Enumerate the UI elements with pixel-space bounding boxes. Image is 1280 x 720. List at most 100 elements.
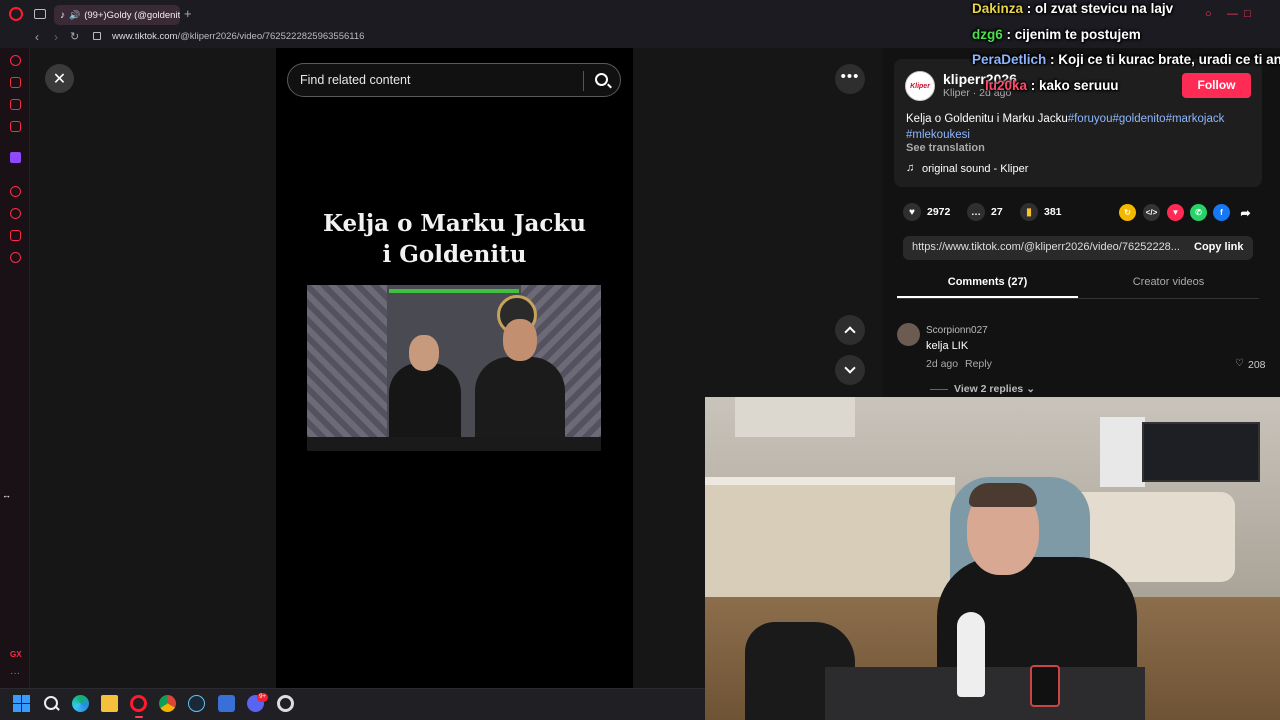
related-search-input[interactable]: Find related content	[287, 63, 621, 97]
maximize-icon[interactable]: □	[1244, 8, 1251, 20]
send-to-friends-icon[interactable]: ▼	[1167, 204, 1184, 221]
audio-playing-icon[interactable]: 🔊	[69, 10, 80, 21]
sidebar-store-icon[interactable]	[10, 77, 21, 88]
chrome-icon[interactable]	[159, 695, 176, 712]
chat-text: : ol zvat stevicu na lajv	[1023, 1, 1174, 16]
follow-button[interactable]: Follow	[1182, 73, 1251, 98]
like-action[interactable]: ♥ 2972	[903, 202, 950, 222]
browser-tab-active[interactable]: ♪ 🔊 (99+)Goldy (@goldenit	[54, 5, 180, 25]
chat-message: Dakinza : ol zvat stevicu na lajv	[972, 1, 1173, 16]
commenter-username[interactable]: Scorpionn027	[926, 325, 988, 336]
sidebar-settings-icon[interactable]	[10, 252, 21, 263]
search-tabs-icon[interactable]: ○	[1205, 8, 1212, 20]
chevron-down-icon	[844, 362, 856, 374]
sidebar-extensions-icon[interactable]	[10, 230, 21, 241]
opera-logo-icon[interactable]	[9, 7, 23, 21]
stream-hud	[307, 437, 601, 451]
repost-icon[interactable]: ↻	[1119, 204, 1136, 221]
share-link-box: https://www.tiktok.com/@kliperr2026/vide…	[903, 236, 1253, 260]
hashtag-link[interactable]: #markojack	[1166, 113, 1225, 125]
kitchen-cabinets	[705, 485, 955, 605]
desk-lamp	[957, 612, 985, 697]
whiteboard	[1100, 417, 1145, 487]
url-field[interactable]: www.tiktok.com/@kliperr2026/video/762522…	[112, 31, 364, 42]
reply-button[interactable]: Reply	[965, 358, 992, 370]
heart-icon[interactable]: ♥	[903, 203, 921, 221]
chat-message: PeraDetlich : Koji ce ti kurac brate, ur…	[972, 52, 1280, 67]
like-count: 2972	[927, 206, 951, 218]
sidebar-more-icon[interactable]: ···	[10, 668, 20, 679]
hashtag-link[interactable]: #mlekoukesi	[906, 129, 970, 141]
hashtag-link[interactable]: #goldenito	[1112, 113, 1165, 125]
share-more-icon[interactable]: ➦	[1237, 204, 1254, 221]
lock-icon[interactable]	[93, 32, 101, 40]
see-translation-link[interactable]: See translation	[906, 142, 985, 154]
whatsapp-icon[interactable]: ✆	[1190, 204, 1207, 221]
chat-text: : kako seruuu	[1027, 78, 1119, 93]
steam-icon[interactable]	[188, 695, 205, 712]
file-explorer-icon[interactable]	[101, 695, 118, 712]
video-backdrop-left	[30, 48, 276, 688]
windows-start-icon[interactable]	[13, 695, 30, 712]
facebook-icon[interactable]: f	[1213, 204, 1230, 221]
tv	[1142, 422, 1260, 482]
embed-icon[interactable]: </>	[1143, 204, 1160, 221]
chat-message: lu20ka : kako seruuu	[985, 78, 1119, 93]
desk	[825, 667, 1145, 720]
comment-text: kelja LIK	[926, 340, 969, 352]
search-divider	[583, 71, 584, 91]
search-icon[interactable]	[595, 73, 608, 86]
tab-islands-icon[interactable]	[34, 9, 46, 19]
active-app-indicator	[135, 716, 143, 718]
next-video-button[interactable]	[835, 355, 865, 385]
desktop-app-icon[interactable]	[218, 695, 235, 712]
person-right-head	[503, 319, 537, 361]
commenter-avatar[interactable]	[897, 323, 920, 346]
new-tab-button[interactable]: +	[184, 6, 192, 21]
sidebar-twitch-icon[interactable]	[10, 152, 21, 163]
chat-text: : Koji ce ti kurac brate, uradi ce ti an	[1046, 52, 1280, 67]
sidebar-gx-label[interactable]: GX	[10, 650, 22, 659]
tab-divider	[897, 298, 1259, 299]
tab-creator-videos[interactable]: Creator videos	[1078, 276, 1259, 288]
sidebar-history-icon[interactable]	[10, 208, 21, 219]
hashtag-link[interactable]: #foruyou	[1068, 113, 1113, 125]
back-icon[interactable]: ‹	[35, 30, 39, 44]
sidebar-ai-icon[interactable]	[10, 55, 21, 66]
video-title: Kelja o Marku Jacku i Goldenitu	[322, 210, 587, 268]
chat-nick: PeraDetlich	[972, 52, 1047, 67]
comment-like-count: 208	[1248, 359, 1266, 371]
copy-link-button[interactable]: Copy link	[1194, 241, 1244, 253]
previous-video-button[interactable]	[835, 315, 865, 345]
more-options-button[interactable]: •••	[835, 64, 865, 94]
chat-nick: dzg6	[972, 27, 1003, 42]
close-icon: ✕	[52, 70, 67, 88]
chevron-down-icon: ⌄	[1026, 383, 1035, 395]
save-action[interactable]: ▮ 381	[1020, 202, 1062, 222]
sidebar-news-icon[interactable]	[10, 121, 21, 132]
taskbar-search-icon[interactable]	[43, 695, 60, 712]
share-link-url[interactable]: https://www.tiktok.com/@kliperr2026/vide…	[912, 241, 1182, 253]
opera-gx-taskbar-icon[interactable]	[130, 695, 147, 712]
close-video-button[interactable]: ✕	[45, 64, 74, 93]
view-replies-button[interactable]: View 2 replies ⌄	[954, 383, 1035, 395]
chat-nick: Dakinza	[972, 1, 1024, 16]
edge-icon[interactable]	[72, 695, 89, 712]
comment-heart-icon[interactable]: ♡	[1235, 358, 1244, 369]
sidebar-player-icon[interactable]	[10, 186, 21, 197]
reload-icon[interactable]: ↻	[70, 30, 79, 43]
tab-comments[interactable]: Comments (27)	[897, 276, 1078, 288]
gx-app-icon[interactable]	[277, 695, 294, 712]
replies-divider	[930, 389, 948, 390]
creator-avatar[interactable]: Kliper	[905, 71, 935, 101]
sound-link[interactable]: original sound - Kliper	[922, 163, 1028, 175]
minimize-icon[interactable]: —	[1227, 8, 1238, 20]
webcam-overlay	[705, 397, 1280, 720]
music-icon: ♫	[906, 162, 915, 174]
forward-icon[interactable]: ›	[54, 30, 58, 44]
comment-action[interactable]: … 27	[967, 202, 1003, 222]
comment-icon[interactable]: …	[967, 203, 985, 221]
sidebar-messenger-icon[interactable]	[10, 99, 21, 110]
search-placeholder: Find related content	[300, 73, 411, 87]
bookmark-icon[interactable]: ▮	[1020, 203, 1038, 221]
